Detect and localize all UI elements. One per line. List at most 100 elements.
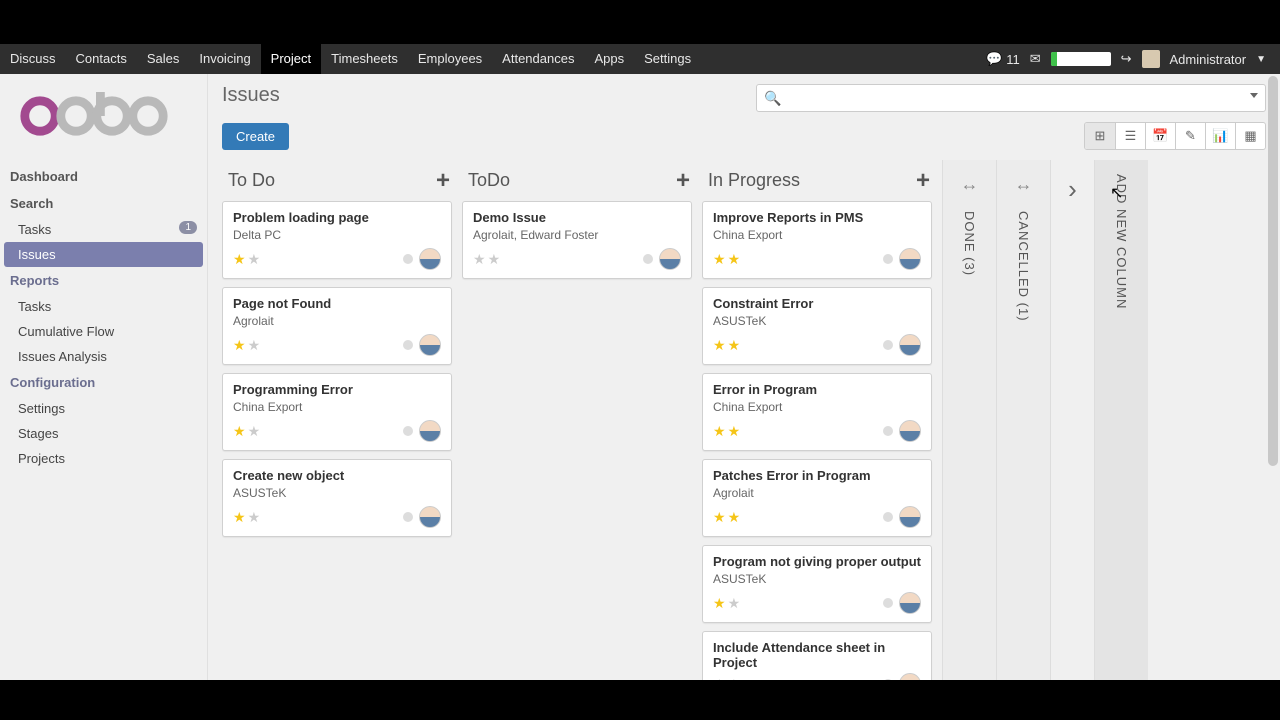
view-pivot-icon[interactable]: ▦ xyxy=(1235,123,1265,149)
status-dot-icon[interactable] xyxy=(403,254,413,264)
sidebar-cumulative-flow[interactable]: Cumulative Flow xyxy=(0,319,207,344)
topmenu-project[interactable]: Project xyxy=(261,44,321,74)
priority-stars[interactable]: ★★ xyxy=(713,251,740,268)
avatar xyxy=(1142,50,1160,68)
view-graph-icon[interactable]: 📊 xyxy=(1205,123,1235,149)
top-menubar: DiscussContactsSalesInvoicingProjectTime… xyxy=(0,44,1280,74)
topmenu-settings[interactable]: Settings xyxy=(634,44,701,74)
add-card-icon[interactable]: + xyxy=(916,172,930,190)
sidebar-stages[interactable]: Stages xyxy=(0,421,207,446)
column-title: To Do xyxy=(228,170,275,191)
page-title: Issues xyxy=(222,84,280,107)
kanban-card[interactable]: Problem loading pageDelta PC★★ xyxy=(222,201,452,279)
kanban-card[interactable]: Constraint ErrorASUSTeK★★ xyxy=(702,287,932,365)
priority-stars[interactable]: ★★ xyxy=(233,423,260,440)
assignee-avatar[interactable] xyxy=(419,334,441,356)
logo[interactable] xyxy=(0,92,207,163)
view-form-icon[interactable]: ✎ xyxy=(1175,123,1205,149)
topmenu-apps[interactable]: Apps xyxy=(584,44,634,74)
priority-stars[interactable]: ★★ xyxy=(233,251,260,268)
sidebar-tasks[interactable]: Tasks 1 xyxy=(0,217,207,242)
sidebar-settings[interactable]: Settings xyxy=(0,396,207,421)
kanban-card[interactable]: Include Attendance sheet in Project★★ xyxy=(702,631,932,680)
add-column[interactable]: ADD NEW COLUMN xyxy=(1094,160,1148,680)
tasks-badge: 1 xyxy=(179,221,197,234)
scroll-right[interactable]: › xyxy=(1050,160,1094,680)
assignee-avatar[interactable] xyxy=(899,506,921,528)
search-caret-icon[interactable] xyxy=(1250,93,1258,98)
kanban-card[interactable]: Programming ErrorChina Export★★ xyxy=(222,373,452,451)
status-dot-icon[interactable] xyxy=(403,512,413,522)
sidebar-issues[interactable]: Issues xyxy=(4,242,203,267)
sidebar-configuration[interactable]: Configuration xyxy=(0,369,207,396)
assignee-avatar[interactable] xyxy=(899,592,921,614)
priority-stars[interactable]: ★★ xyxy=(713,337,740,354)
collapsed-column[interactable]: ↔CANCELLED (1) xyxy=(996,160,1050,680)
add-column-label: ADD NEW COLUMN xyxy=(1114,174,1129,309)
view-list-icon[interactable]: ☰ xyxy=(1115,123,1145,149)
scrollbar[interactable] xyxy=(1266,74,1280,680)
view-kanban-icon[interactable]: ⊞ xyxy=(1085,123,1115,149)
caret-down-icon[interactable]: ▼ xyxy=(1256,54,1266,65)
status-dot-icon[interactable] xyxy=(883,340,893,350)
mail-icon[interactable]: ✉ xyxy=(1030,51,1041,67)
search-input[interactable] xyxy=(756,84,1266,112)
expand-icon: ↔ xyxy=(1015,174,1033,195)
assignee-avatar[interactable] xyxy=(899,420,921,442)
status-dot-icon[interactable] xyxy=(643,254,653,264)
kanban-column: In Progress + Improve Reports in PMSChina … xyxy=(702,160,942,680)
assignee-avatar[interactable] xyxy=(659,248,681,270)
sidebar-reports[interactable]: Reports xyxy=(0,267,207,294)
status-dot-icon[interactable] xyxy=(883,254,893,264)
kanban-card[interactable]: Patches Error in ProgramAgrolait★★ xyxy=(702,459,932,537)
card-title: Create new object xyxy=(233,468,441,483)
kanban-card[interactable]: Error in ProgramChina Export★★ xyxy=(702,373,932,451)
status-dot-icon[interactable] xyxy=(883,598,893,608)
kanban-card[interactable]: Program not giving proper outputASUSTeK★… xyxy=(702,545,932,623)
priority-stars[interactable]: ★★ xyxy=(473,251,500,268)
login-icon[interactable]: ↪ xyxy=(1121,51,1132,67)
topmenu-attendances[interactable]: Attendances xyxy=(492,44,584,74)
priority-stars[interactable]: ★★ xyxy=(713,509,740,526)
status-dot-icon[interactable] xyxy=(883,512,893,522)
topmenu-timesheets[interactable]: Timesheets xyxy=(321,44,408,74)
priority-stars[interactable]: ★★ xyxy=(233,509,260,526)
create-button[interactable]: Create xyxy=(222,123,289,150)
messages-indicator[interactable]: 💬 11 xyxy=(986,51,1020,67)
kanban-card[interactable]: Demo IssueAgrolait, Edward Foster★★ xyxy=(462,201,692,279)
kanban-card[interactable]: Improve Reports in PMSChina Export★★ xyxy=(702,201,932,279)
topmenu-invoicing[interactable]: Invoicing xyxy=(189,44,260,74)
assignee-avatar[interactable] xyxy=(419,248,441,270)
card-subtitle: ASUSTeK xyxy=(713,314,921,328)
priority-stars[interactable]: ★★ xyxy=(713,595,740,612)
assignee-avatar[interactable] xyxy=(899,673,921,680)
sidebar-reports-tasks[interactable]: Tasks xyxy=(0,294,207,319)
topmenu-sales[interactable]: Sales xyxy=(137,44,190,74)
view-calendar-icon[interactable]: 📅 xyxy=(1145,123,1175,149)
assignee-avatar[interactable] xyxy=(419,420,441,442)
assignee-avatar[interactable] xyxy=(899,248,921,270)
status-dot-icon[interactable] xyxy=(403,340,413,350)
kanban-card[interactable]: Create new objectASUSTeK★★ xyxy=(222,459,452,537)
add-card-icon[interactable]: + xyxy=(676,172,690,190)
collapsed-column[interactable]: ↔DONE (3) xyxy=(942,160,996,680)
topmenu-employees[interactable]: Employees xyxy=(408,44,492,74)
user-name[interactable]: Administrator xyxy=(1170,52,1247,67)
priority-stars[interactable]: ★★ xyxy=(233,337,260,354)
topmenu-contacts[interactable]: Contacts xyxy=(66,44,137,74)
card-subtitle: Agrolait xyxy=(713,486,921,500)
status-dot-icon[interactable] xyxy=(403,426,413,436)
status-dot-icon[interactable] xyxy=(883,426,893,436)
sidebar-dashboard[interactable]: Dashboard xyxy=(0,163,207,190)
add-card-icon[interactable]: + xyxy=(436,172,450,190)
sidebar-search[interactable]: Search xyxy=(0,190,207,217)
kanban-card[interactable]: Page not FoundAgrolait★★ xyxy=(222,287,452,365)
topmenu-discuss[interactable]: Discuss xyxy=(0,44,66,74)
assignee-avatar[interactable] xyxy=(899,334,921,356)
sidebar-issues-analysis[interactable]: Issues Analysis xyxy=(0,344,207,369)
expand-icon: ↔ xyxy=(961,174,979,195)
assignee-avatar[interactable] xyxy=(419,506,441,528)
priority-stars[interactable]: ★★ xyxy=(713,423,740,440)
sidebar-projects[interactable]: Projects xyxy=(0,446,207,471)
column-title: In Progress xyxy=(708,170,800,191)
